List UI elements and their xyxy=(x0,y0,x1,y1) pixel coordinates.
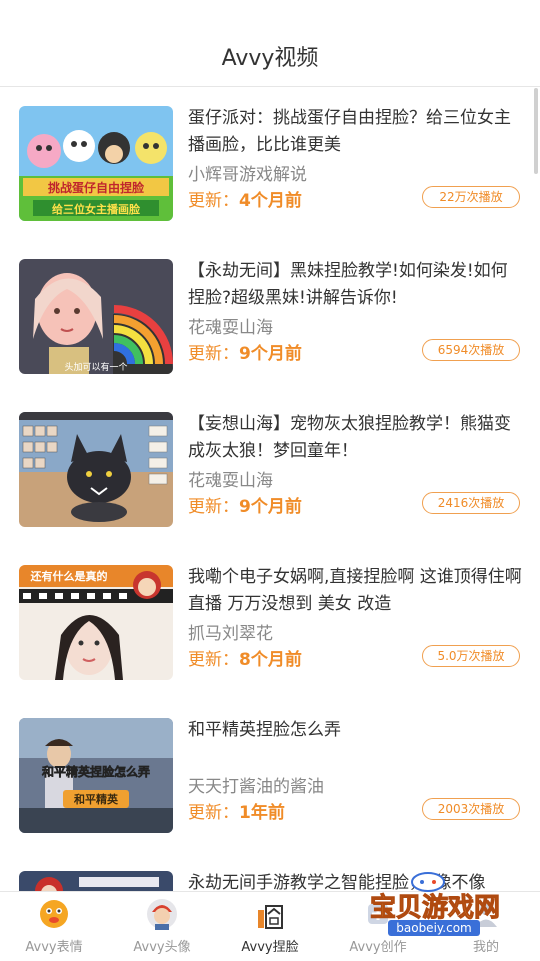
video-item[interactable]: 挑战蛋仔自由捏脸 给三位女主播画脸 蛋仔派对：挑战蛋仔自由捏脸？给三位女主播画脸… xyxy=(0,87,540,241)
play-count-badge: 2416次播放 xyxy=(422,492,520,514)
video-author: 抓马刘翠花 xyxy=(188,624,273,644)
video-feed[interactable]: 挑战蛋仔自由捏脸 给三位女主播画脸 蛋仔派对：挑战蛋仔自由捏脸？给三位女主播画脸… xyxy=(0,87,540,891)
video-title[interactable]: 和平精英捏脸怎么弄 xyxy=(188,717,524,744)
tab-label: Avvy表情 xyxy=(25,940,83,955)
video-thumbnail[interactable]: 和平精英捏脸怎么弄 和平精英 xyxy=(19,718,173,833)
video-thumbnail[interactable]: 挑战蛋仔自由捏脸 给三位女主播画脸 xyxy=(19,106,173,221)
video-author: 天天打酱油的酱油 xyxy=(188,777,324,797)
video-item[interactable]: 还有什么是真的 我嘞个电子女娲啊,直接捏脸啊 这谁顶得住啊直播 万万没想到 美女… xyxy=(0,546,540,700)
emoji-face-icon xyxy=(38,898,70,930)
thumb-text: 挑战蛋仔自由捏脸 xyxy=(48,180,145,195)
video-author: 花魂耍山海 xyxy=(188,471,273,491)
watermark-text: 宝贝游戏网 xyxy=(370,892,500,923)
video-thumbnail[interactable]: 头加可以有一个 xyxy=(19,259,173,374)
thumb-text: 和平精英 xyxy=(74,792,119,806)
scrollbar[interactable] xyxy=(534,88,538,174)
video-title[interactable]: 我嘞个电子女娲啊,直接捏脸啊 这谁顶得住啊直播 万万没想到 美女 改造 xyxy=(188,564,524,618)
play-count-badge: 22万次播放 xyxy=(422,186,520,208)
thumb-text: 给三位女主播画脸 xyxy=(52,202,141,216)
video-updated: 更新：8个月前 xyxy=(188,650,302,670)
video-title[interactable]: 【永劫无间】黑妹捏脸教学!如何染发!如何捏脸?超级黑妹!讲解告诉你! xyxy=(188,258,524,312)
video-item[interactable]: 头加可以有一个 【永劫无间】黑妹捏脸教学!如何染发!如何捏脸?超级黑妹!讲解告诉… xyxy=(0,240,540,394)
page-title: Avvy视频 xyxy=(221,46,319,71)
tab-label: Avvy头像 xyxy=(133,940,191,955)
video-author: 花魂耍山海 xyxy=(188,318,273,338)
video-updated: 更新：9个月前 xyxy=(188,344,302,364)
tab-label: Avvy捏脸 xyxy=(241,940,299,955)
play-count-badge: 2003次播放 xyxy=(422,798,520,820)
watermark-url: baobeiy.com xyxy=(396,921,471,935)
video-thumbnail[interactable] xyxy=(19,412,173,527)
thumb-banner: 还有什么是真的 xyxy=(30,569,108,583)
video-title[interactable]: 蛋仔派对：挑战蛋仔自由捏脸？给三位女主播画脸，比比谁更美 xyxy=(188,105,524,159)
thumb-caption: 头加可以有一个 xyxy=(64,361,127,373)
app-header: Avvy视频 xyxy=(0,0,540,87)
video-title[interactable]: 【妄想山海】宠物灰太狼捏脸教学！熊猫变成灰太狼！梦回童年！ xyxy=(188,411,524,465)
face-sculpt-icon xyxy=(254,898,286,930)
video-updated: 更新：1年前 xyxy=(188,803,285,823)
video-item[interactable]: 和平精英捏脸怎么弄 和平精英 和平精英捏脸怎么弄 天天打酱油的酱油 更新：1年前… xyxy=(0,699,540,853)
video-item[interactable]: 【妄想山海】宠物灰太狼捏脸教学！熊猫变成灰太狼！梦回童年！ 花魂耍山海 更新：9… xyxy=(0,393,540,547)
site-watermark: 宝贝游戏网 baobeiy.com xyxy=(360,866,510,940)
video-thumbnail[interactable]: 还有什么是真的 xyxy=(19,565,173,680)
tab-avvy-face-sculpt[interactable]: Avvy捏脸 xyxy=(216,892,324,961)
video-updated: 更新：4个月前 xyxy=(188,191,302,211)
tab-avvy-emoji[interactable]: Avvy表情 xyxy=(0,892,108,961)
play-count-badge: 6594次播放 xyxy=(422,339,520,361)
video-thumbnail[interactable] xyxy=(19,871,173,891)
thumb-text: 和平精英捏脸怎么弄 xyxy=(41,764,150,779)
avatar-icon xyxy=(146,898,178,930)
video-updated: 更新：9个月前 xyxy=(188,497,302,517)
tab-avvy-avatar[interactable]: Avvy头像 xyxy=(108,892,216,961)
video-author: 小辉哥游戏解说 xyxy=(188,165,307,185)
play-count-badge: 5.0万次播放 xyxy=(422,645,520,667)
